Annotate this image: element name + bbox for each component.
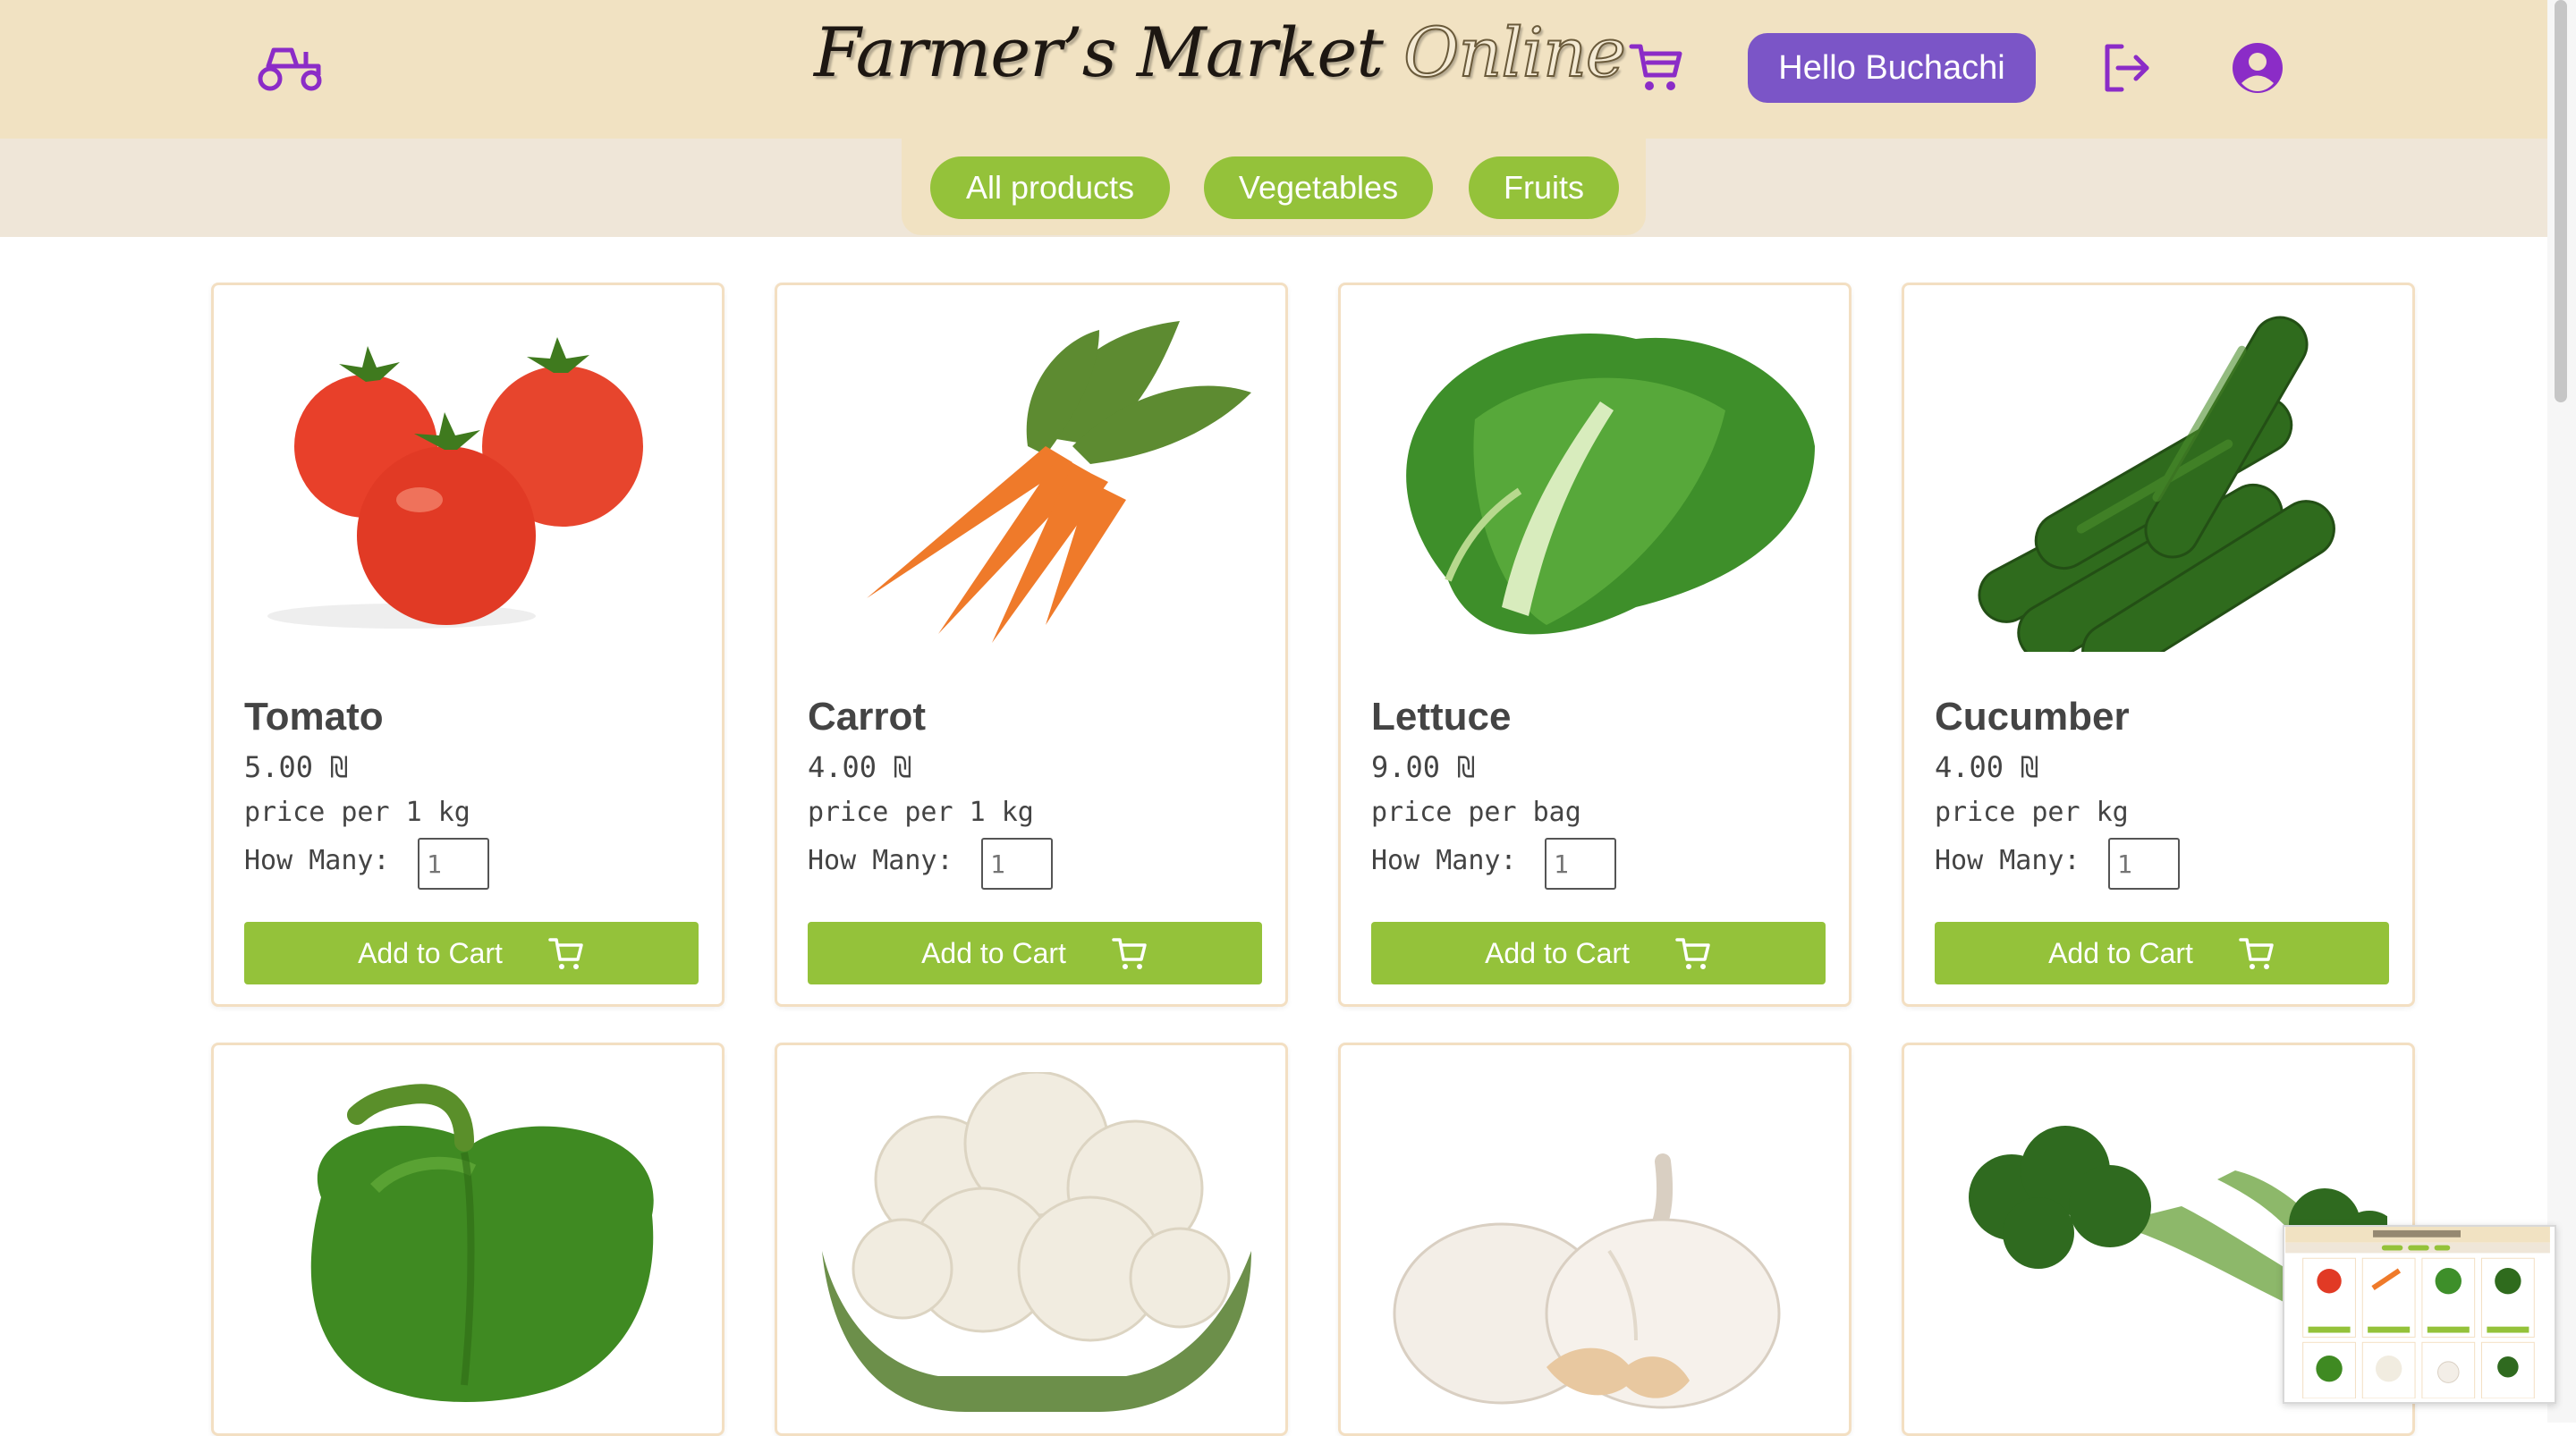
pepper-image: [241, 1072, 697, 1412]
site-title-accent: Online: [1402, 12, 1627, 93]
category-tabs: All products Vegetables Fruits: [902, 139, 1646, 235]
product-price: 4.00 ₪: [1935, 750, 2038, 784]
add-to-cart-button[interactable]: Add to Cart: [808, 922, 1262, 984]
product-unit: price per bag: [1371, 797, 1581, 828]
lettuce-image: [1368, 312, 1824, 652]
tab-label: Fruits: [1504, 169, 1584, 206]
cart-icon: [548, 938, 583, 969]
garlic-image: [1368, 1072, 1824, 1412]
product-card-pepper: [211, 1043, 724, 1436]
tab-all-products[interactable]: All products: [930, 156, 1170, 219]
product-card-tomato: Tomato 5.00 ₪ price per 1 kg How Many: A…: [211, 283, 724, 1007]
product-name: Cucumber: [1935, 695, 2130, 739]
product-price: 9.00 ₪: [1371, 750, 1475, 784]
product-card-cucumber: Cucumber 4.00 ₪ price per kg How Many: A…: [1902, 283, 2415, 1007]
add-to-cart-label: Add to Cart: [1485, 936, 1630, 969]
account-icon[interactable]: [2231, 41, 2284, 95]
carrot-image: [804, 312, 1260, 652]
scrollbar-thumb[interactable]: [2555, 0, 2567, 402]
add-to-cart-label: Add to Cart: [2048, 936, 2193, 969]
product-price: 4.00 ₪: [808, 750, 911, 784]
product-name: Tomato: [244, 695, 384, 739]
add-to-cart-button[interactable]: Add to Cart: [1371, 922, 1826, 984]
tab-fruits[interactable]: Fruits: [1469, 156, 1619, 219]
add-to-cart-label: Add to Cart: [921, 936, 1066, 969]
cauliflower-image: [804, 1070, 1260, 1412]
add-to-cart-button[interactable]: Add to Cart: [1935, 922, 2389, 984]
quantity-input[interactable]: [981, 838, 1053, 890]
page-scrollbar[interactable]: [2547, 0, 2576, 1423]
quantity-label: How Many:: [808, 845, 953, 876]
tractor-icon[interactable]: [256, 39, 324, 95]
add-to-cart-button[interactable]: Add to Cart: [244, 922, 699, 984]
product-card-cauliflower: [775, 1043, 1288, 1436]
cart-icon: [1112, 938, 1147, 969]
cucumber-image: [1931, 312, 2387, 680]
tab-label: Vegetables: [1238, 169, 1399, 206]
quantity-input[interactable]: [2108, 838, 2180, 890]
site-title: Farmer’s Market Online: [814, 12, 1627, 93]
quantity-label: How Many:: [1371, 845, 1517, 876]
product-name: Lettuce: [1371, 695, 1512, 739]
cart-icon[interactable]: [1628, 39, 1685, 97]
cart-icon: [2239, 938, 2274, 969]
quantity-label: How Many:: [244, 845, 390, 876]
add-to-cart-label: Add to Cart: [358, 936, 503, 969]
product-card-lettuce: Lettuce 9.00 ₪ price per bag How Many: A…: [1338, 283, 1852, 1007]
tab-label: All products: [965, 169, 1135, 206]
tomato-image: [241, 312, 697, 652]
greeting-button[interactable]: Hello Buchachi: [1748, 33, 2036, 103]
cart-icon: [1675, 938, 1710, 969]
quantity-input[interactable]: [418, 838, 489, 890]
greeting-label: Hello Buchachi: [1778, 48, 2005, 87]
tab-vegetables[interactable]: Vegetables: [1204, 156, 1433, 219]
product-unit: price per 1 kg: [244, 797, 470, 828]
product-price: 5.00 ₪: [244, 750, 348, 784]
product-card-carrot: Carrot 4.00 ₪ price per 1 kg How Many: A…: [775, 283, 1288, 1007]
quantity-input[interactable]: [1545, 838, 1616, 890]
product-card-garlic: [1338, 1043, 1852, 1436]
quantity-label: How Many:: [1935, 845, 2080, 876]
product-unit: price per 1 kg: [808, 797, 1034, 828]
logout-icon[interactable]: [2100, 41, 2154, 95]
product-unit: price per kg: [1935, 797, 2129, 828]
site-title-main: Farmer’s Market: [814, 13, 1384, 92]
page-preview-thumbnail[interactable]: [2283, 1225, 2556, 1404]
product-name: Carrot: [808, 695, 927, 739]
